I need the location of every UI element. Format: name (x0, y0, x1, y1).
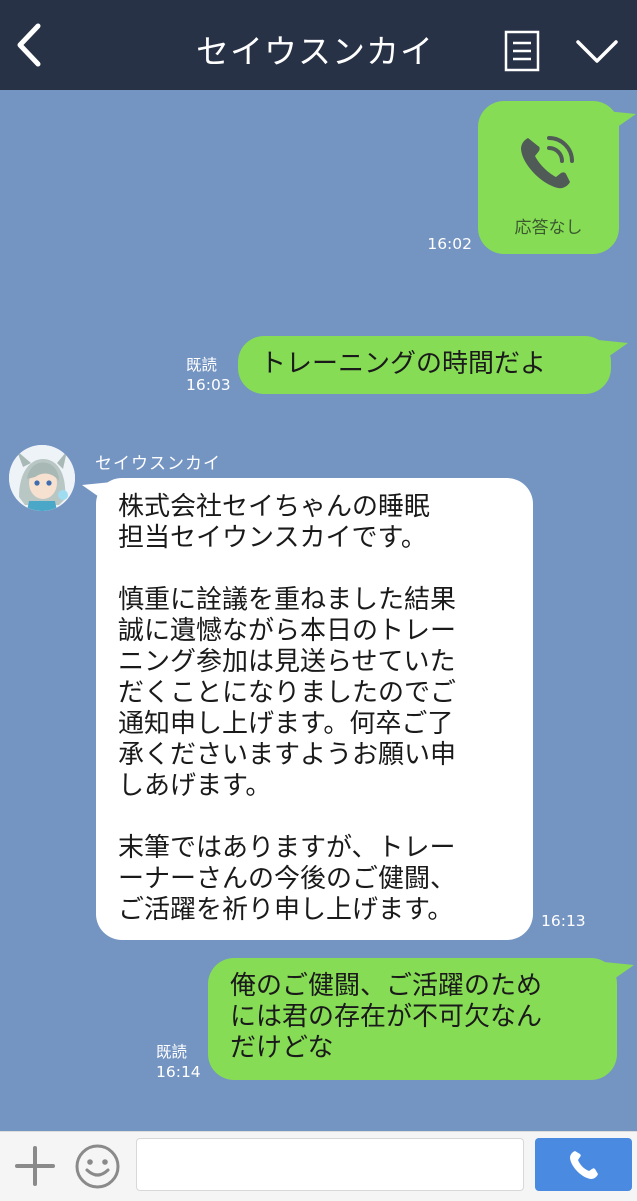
message-text: 株式会社セイちゃんの睡眠 担当セイウンスカイです。 慎重に詮議を重ねました結果 … (118, 492, 457, 925)
chevron-down-icon (576, 40, 618, 63)
avatar[interactable] (9, 445, 75, 511)
emoji-button[interactable] (74, 1143, 121, 1190)
message-time: 16:13 (541, 912, 586, 930)
message-text: トレーニングの時間だよ (260, 349, 547, 379)
sent-message-bubble[interactable]: トレーニングの時間だよ (238, 336, 628, 394)
input-bar (0, 1131, 637, 1201)
sender-name: セイウスンカイ (95, 454, 221, 474)
call-message-bubble[interactable]: 応答なし (478, 101, 636, 254)
phone-icon (570, 1151, 598, 1179)
chat-title: セイウスンカイ (196, 32, 434, 71)
phone-call-icon (521, 136, 574, 189)
menu-button[interactable] (503, 29, 541, 73)
message-time: 16:14 (156, 1063, 201, 1081)
call-button[interactable] (535, 1138, 632, 1191)
dropdown-button[interactable] (574, 34, 620, 68)
read-receipt: 既読 (186, 356, 218, 374)
message-text: 俺のご健闘、ご活躍のため には君の存在が不可欠なん だけどな (230, 971, 543, 1063)
call-status-label: 応答なし (514, 218, 583, 238)
message-time: 16:03 (186, 376, 231, 394)
avatar-image (9, 445, 75, 511)
smiley-icon (75, 1144, 120, 1189)
plus-icon (15, 1146, 55, 1186)
message-input[interactable] (136, 1138, 524, 1191)
add-button[interactable] (14, 1145, 56, 1187)
sent-message-bubble[interactable]: 俺のご健闘、ご活躍のため には君の存在が不可欠なん だけどな (208, 958, 634, 1080)
message-time: 16:02 (427, 235, 472, 253)
list-menu-icon (504, 30, 540, 72)
chevron-left-icon (17, 23, 41, 67)
received-message-bubble[interactable]: 株式会社セイちゃんの睡眠 担当セイウンスカイです。 慎重に詮議を重ねました結果 … (82, 478, 533, 940)
read-receipt: 既読 (156, 1043, 188, 1061)
chat-header: セイウスンカイ (0, 0, 637, 90)
back-button[interactable] (10, 22, 50, 68)
